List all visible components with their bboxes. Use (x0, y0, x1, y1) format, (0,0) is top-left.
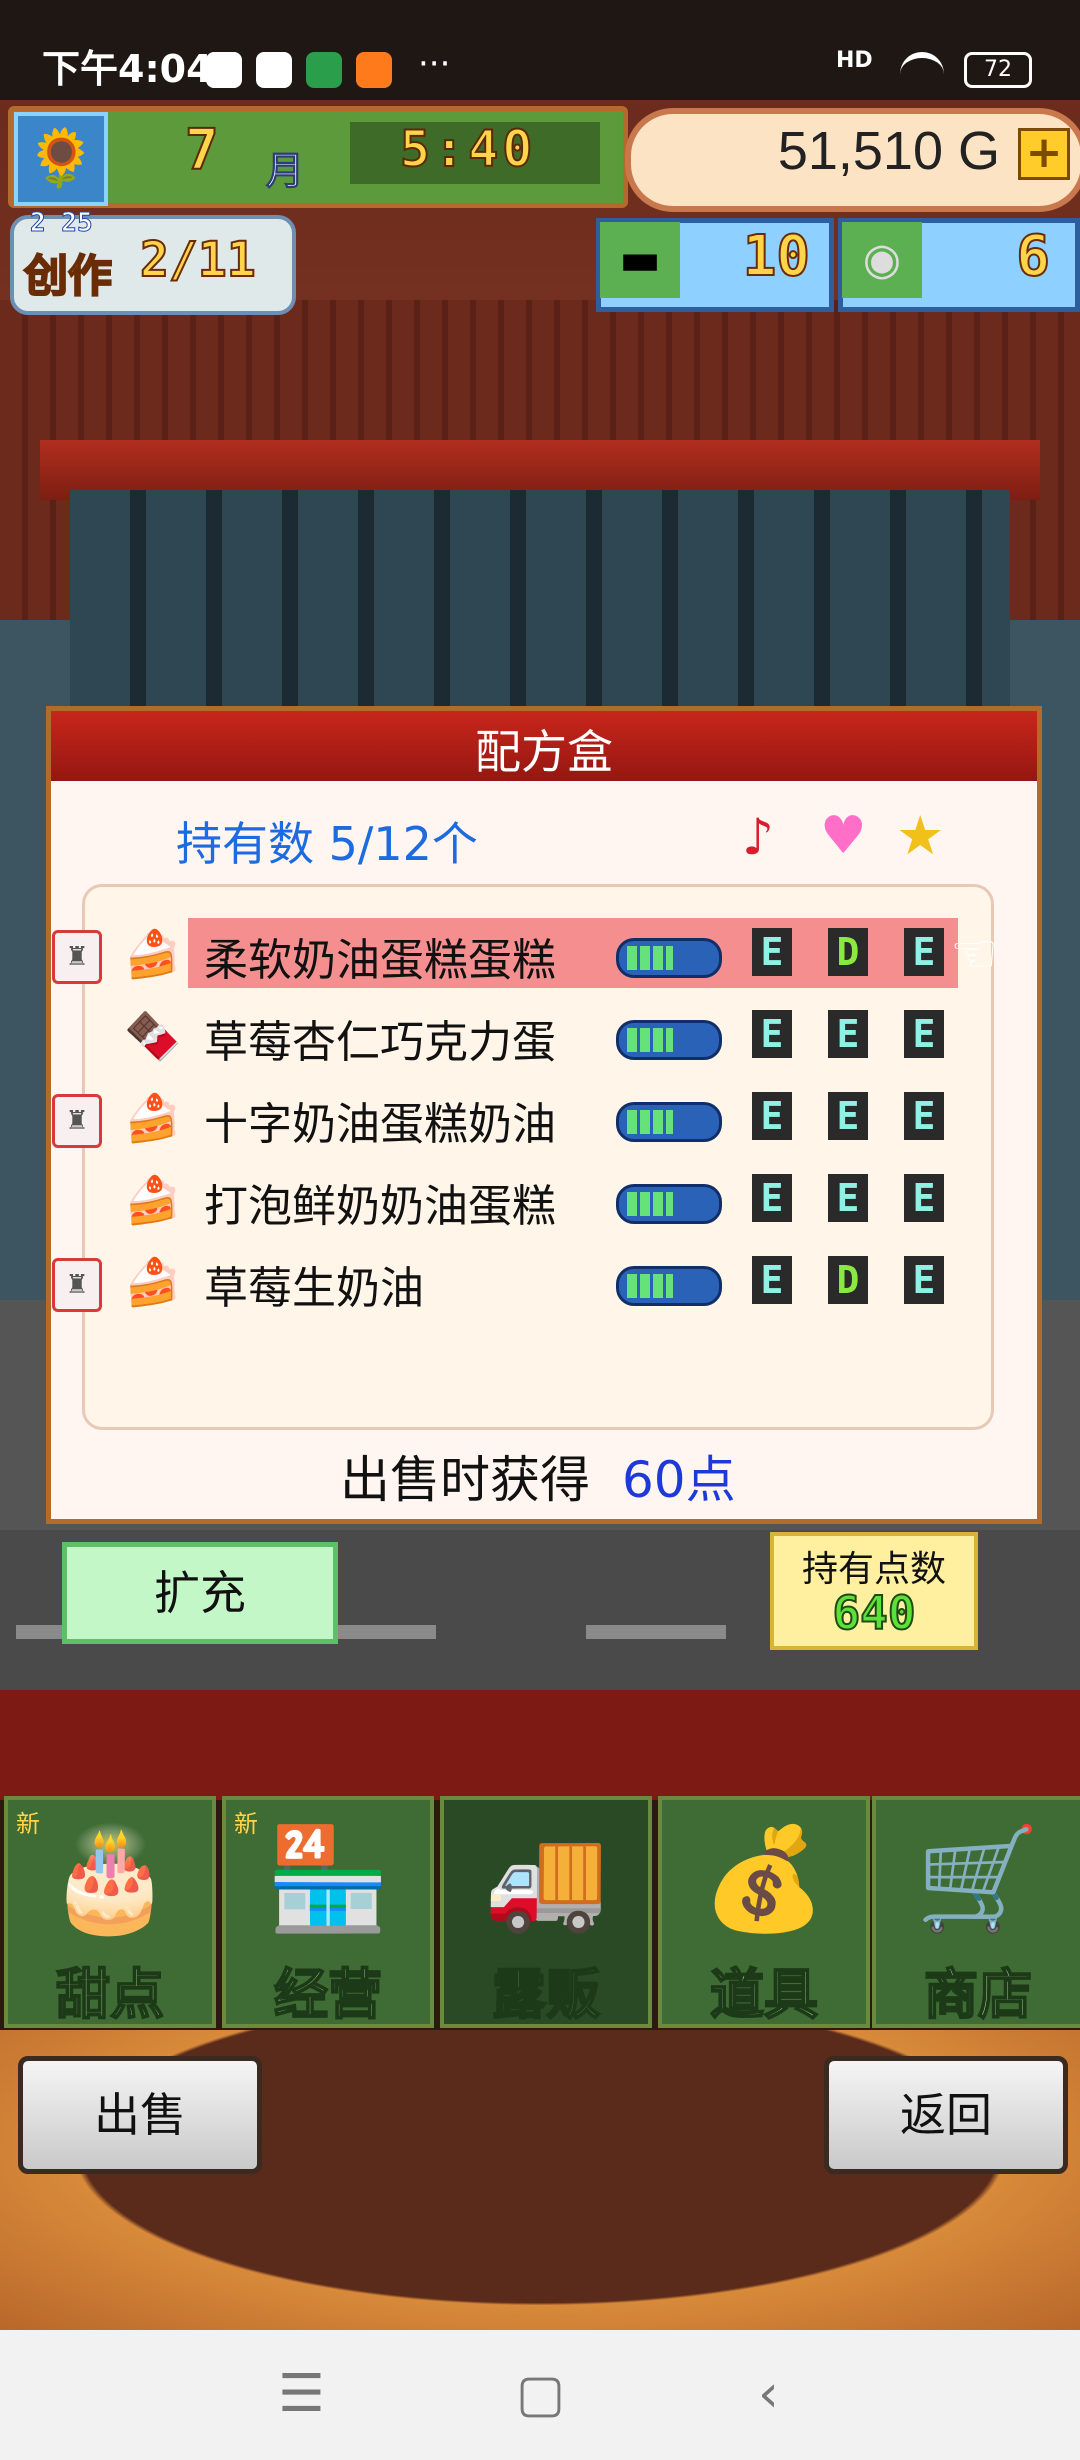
bag-icon: 💰 (701, 1820, 827, 1937)
recipe-name: 柔软奶油蛋糕蛋糕 (204, 935, 556, 986)
grade-badge: E (904, 1174, 944, 1222)
chef-hat-icon: ♜ (52, 930, 102, 984)
grade-badge: E (904, 1092, 944, 1140)
add-gold-button[interactable]: + (1018, 128, 1070, 180)
tab-label: 露贩 (491, 1962, 601, 2027)
sunflower-icon[interactable]: 🌻 (14, 112, 108, 206)
recipe-row[interactable]: 🍰 打泡鲜奶奶油蛋糕 E E E (44, 1164, 1014, 1236)
cake-icon: 🍫 (124, 1009, 182, 1063)
more-icon: ··· (418, 44, 451, 84)
ticket-count: 10 (742, 223, 811, 290)
battery-icon: 72 (964, 52, 1032, 88)
gauge-fill (627, 946, 674, 970)
grade-badge: D (828, 1256, 868, 1304)
tab-store[interactable]: 🛒 商店 (872, 1796, 1080, 2028)
earn-value: 60点 (622, 1451, 736, 1509)
recipe-gauge (616, 1102, 722, 1142)
recipe-name: 草莓杏仁巧克力蛋 (204, 1017, 556, 1068)
recipe-row[interactable]: ♜ 🍰 十字奶油蛋糕奶油 E E E (44, 1082, 1014, 1154)
eye-icon (256, 52, 292, 88)
recipe-gauge (616, 1020, 722, 1060)
grade-badge: E (904, 1010, 944, 1058)
gauge-fill (627, 1110, 674, 1134)
gauge-fill (627, 1028, 674, 1052)
recipe-gauge (616, 1184, 722, 1224)
grade-badge: E (752, 1092, 792, 1140)
home-icon[interactable]: ▢ (516, 2364, 565, 2424)
recipe-row[interactable]: ♜ 🍰 柔软奶油蛋糕蛋糕 E D E (44, 918, 1014, 990)
road-line (586, 1625, 726, 1639)
cart-icon: 🛒 (915, 1820, 1041, 1937)
grade-badge: E (828, 1092, 868, 1140)
dialog-title: 配方盒 (475, 725, 613, 779)
signal-icon: HD (836, 48, 873, 73)
recipe-name: 打泡鲜奶奶油蛋糕 (204, 1181, 556, 1232)
menu-icon[interactable]: ☰ (278, 2364, 325, 2424)
tab-stall[interactable]: 🚚 露贩 (440, 1796, 652, 2028)
tab-label: 经营 (273, 1962, 383, 2027)
sell-button[interactable]: 出售 (18, 2056, 262, 2174)
grade-badge: E (904, 1256, 944, 1304)
points-label: 持有点数 (801, 1549, 946, 1590)
back-button[interactable]: 返回 (824, 2056, 1068, 2174)
cake-icon: 🍰 (124, 1255, 182, 1309)
create-progress: 2/11 (139, 231, 257, 289)
app2-icon (356, 52, 392, 88)
grade-badge: E (752, 928, 792, 976)
recipe-row[interactable]: ♜ 🍰 草莓生奶油 E D E (44, 1246, 1014, 1318)
chef-hat-icon: ♜ (52, 1094, 102, 1148)
earn-label: 出售时获得 (340, 1451, 590, 1509)
recipe-name: 草莓生奶油 (204, 1263, 424, 1314)
tab-manage[interactable]: 新 🏪 经营 (222, 1796, 434, 2028)
month-unit: 月 (265, 149, 305, 194)
gauge-fill (627, 1274, 674, 1298)
grade-badge: E (828, 1174, 868, 1222)
tab-label: 甜点 (55, 1962, 165, 2027)
grade-badge: E (828, 1010, 868, 1058)
medal-count: 6 (1015, 223, 1051, 290)
grade-badge: E (752, 1174, 792, 1222)
wifi-icon (900, 52, 944, 88)
gauge-fill (627, 1192, 674, 1216)
medal-icon: ◉ (842, 222, 922, 298)
owned-count: 持有数 5/12个 (176, 817, 478, 871)
status-time: 下午4:04 (42, 47, 213, 91)
back-icon[interactable]: ‹ (758, 2364, 779, 2424)
grade-badge: E (752, 1010, 792, 1058)
music-note-icon: ♪ (742, 808, 774, 866)
cake-icon: 🍰 (124, 1091, 182, 1145)
hand-pointer-icon: ☜ (950, 922, 999, 985)
tab-items[interactable]: 💰 道具 (658, 1796, 870, 2028)
tab-dessert[interactable]: 新 🎂 甜点 (4, 1796, 216, 2028)
recipe-gauge (616, 1266, 722, 1306)
heart-icon: ♥ (820, 806, 867, 866)
tab-label: 道具 (709, 1962, 819, 2027)
recipe-name: 十字奶油蛋糕奶油 (204, 1099, 556, 1150)
expand-button[interactable]: 扩充 (62, 1542, 338, 1644)
truck-icon: 🚚 (483, 1820, 609, 1937)
red-band (0, 1690, 1080, 1800)
grade-badge: E (904, 928, 944, 976)
headphone-icon (206, 52, 242, 88)
cake-icon: 🍰 (124, 1173, 182, 1227)
recipe-gauge (616, 938, 722, 978)
month-number: 7 (184, 117, 220, 184)
grade-badge: E (752, 1256, 792, 1304)
app-icon (306, 52, 342, 88)
shop-icon: 🏪 (265, 1820, 391, 1937)
star-icon: ★ (896, 804, 945, 867)
cake-icon: 🎂 (47, 1820, 173, 1937)
create-date: 2 25 (30, 208, 94, 239)
recipe-row[interactable]: 🍫 草莓杏仁巧克力蛋 E E E (44, 1000, 1014, 1072)
chef-hat-icon: ♜ (52, 1258, 102, 1312)
gold-amount: 51,510 G (777, 121, 1000, 181)
clock-value: 5:40 (399, 119, 537, 179)
create-label: 创作 (23, 250, 113, 303)
tab-label: 商店 (923, 1962, 1033, 2027)
gold-bar-icon: ▬ (600, 222, 680, 298)
cake-icon: 🍰 (124, 927, 182, 981)
points-value: 640 (831, 1585, 916, 1641)
grade-badge: D (828, 928, 868, 976)
